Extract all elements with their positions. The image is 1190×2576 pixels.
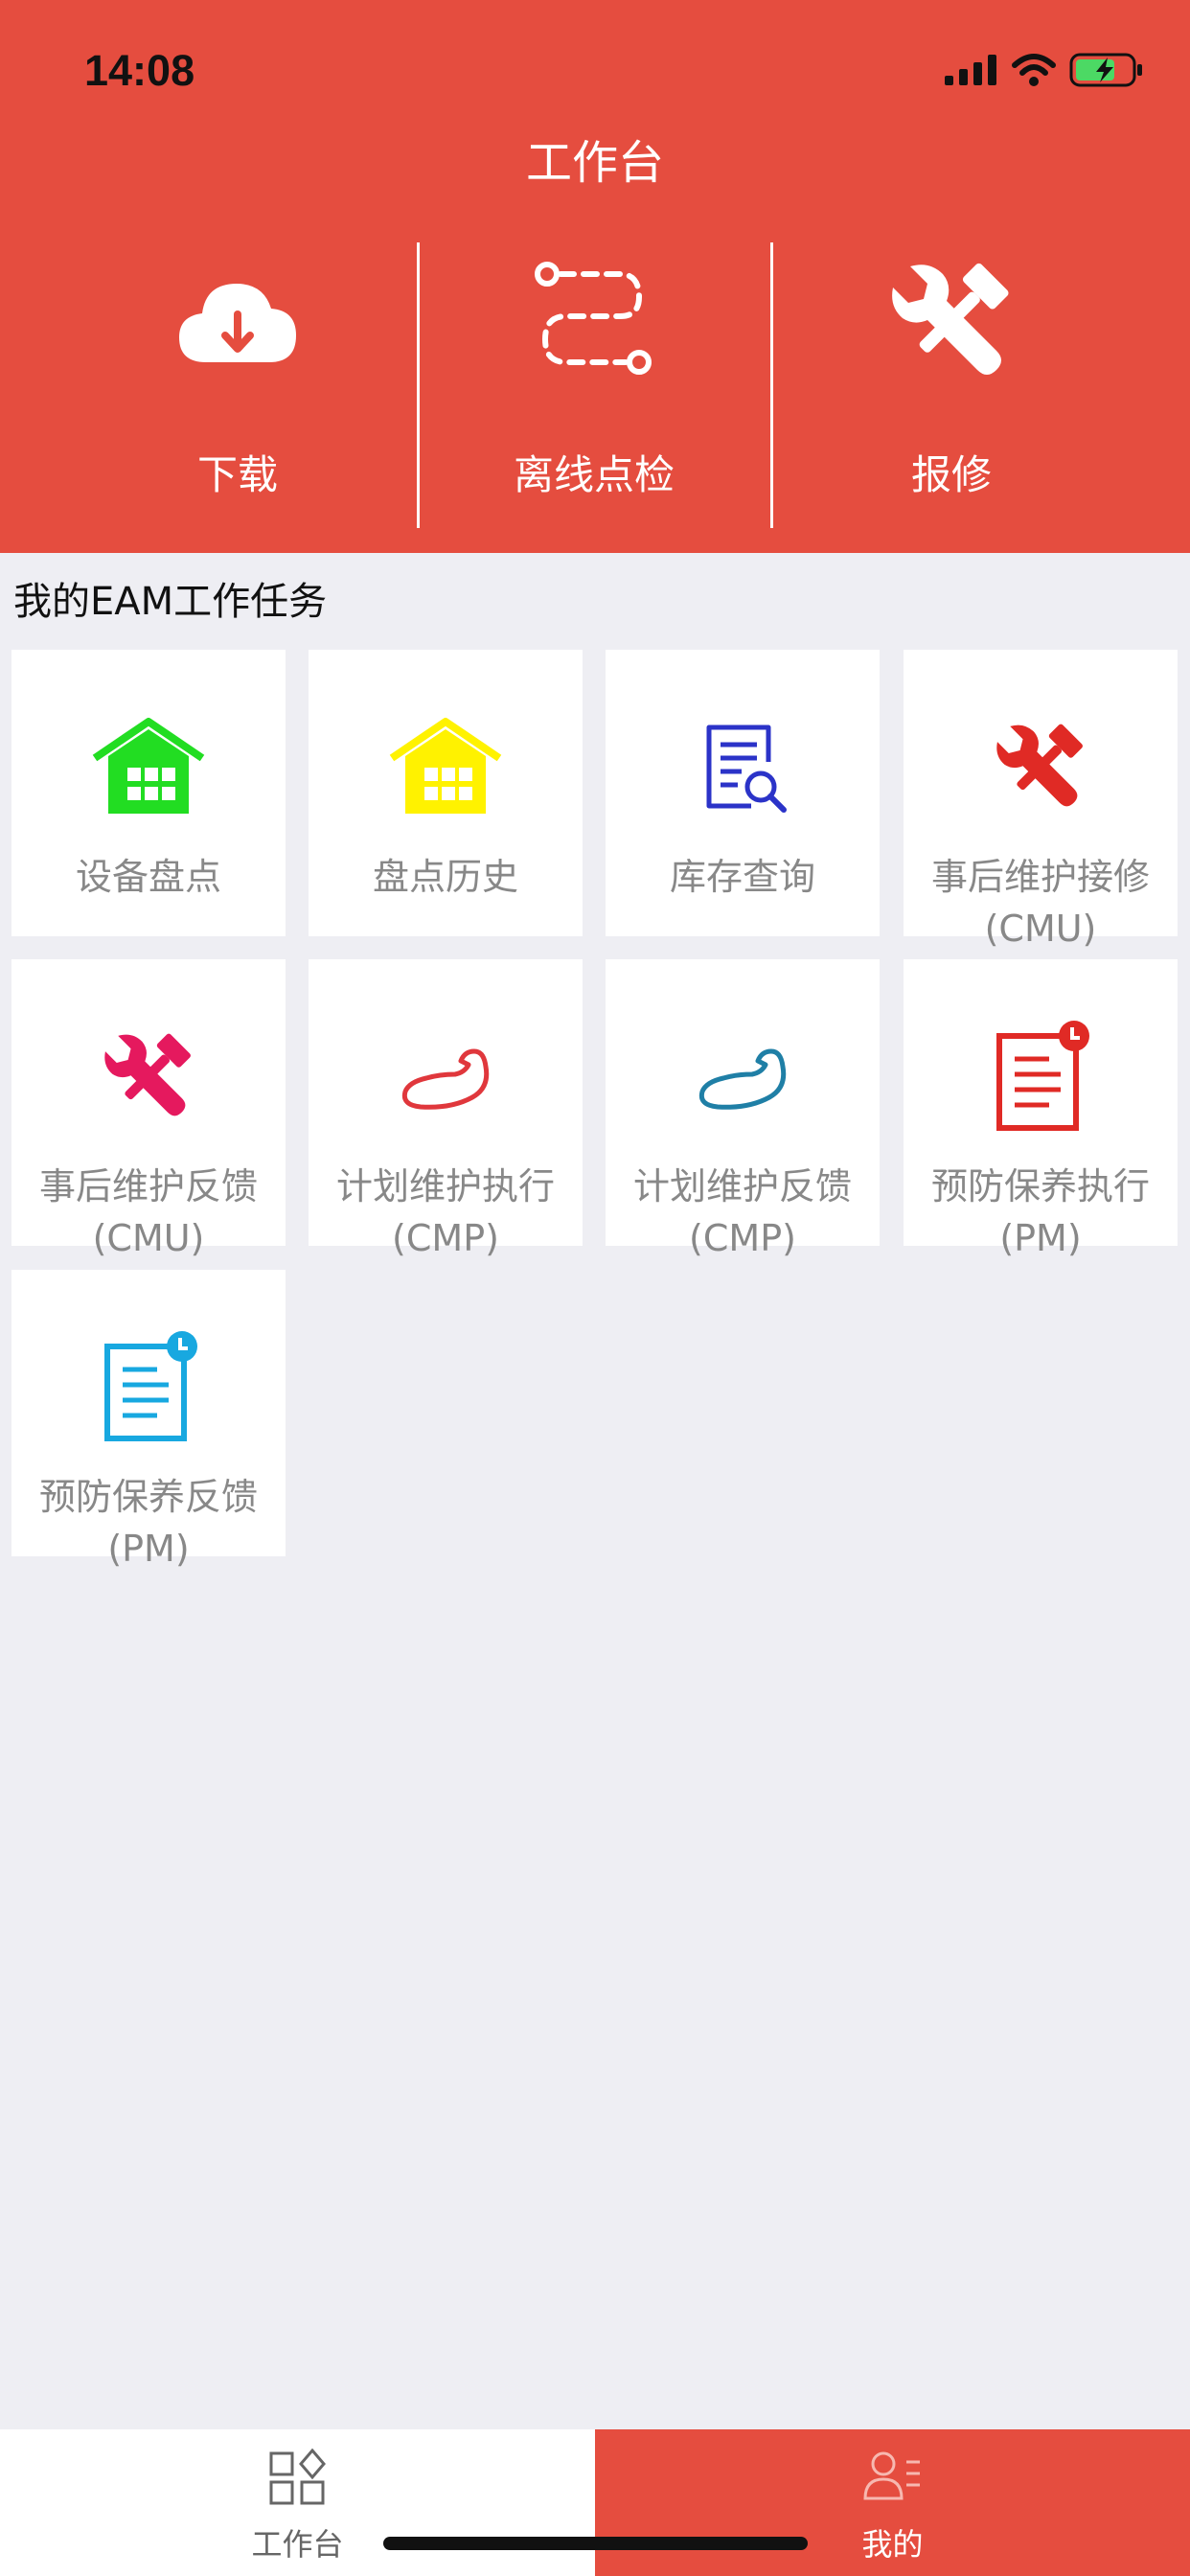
grid-diamond-icon [269,2449,326,2505]
task-tile-inventory-history[interactable]: 盘点历史 [309,650,583,936]
home-indicator [383,2537,808,2550]
task-label: 事后维护接修 (CMU) [930,856,1150,950]
wrench-hammer-icon [104,1033,191,1116]
document-search-icon [706,724,787,813]
download-button[interactable]: 下载 [59,235,416,532]
flexed-arm-icon [401,1048,490,1110]
task-tile-cmp-feedback[interactable]: 计划维护反馈 (CMP) [606,959,880,1259]
house-grid-icon [92,718,205,814]
action-divider [770,242,773,528]
document-clock-icon [996,1021,1089,1131]
task-tile-pm-execute[interactable]: 预防保养执行 (PM) [904,959,1178,1259]
task-tile-cmu-repair[interactable]: 事后维护接修 (CMU) [904,650,1178,950]
offline-inspection-button[interactable]: 离线点检 [416,235,772,532]
task-tile-equipment-inventory[interactable]: 设备盘点 [11,650,286,936]
house-grid-icon [389,718,502,814]
section-title: 我的EAM工作任务 [13,580,328,624]
route-path-icon [535,262,652,375]
battery-icon [1069,53,1142,87]
task-label: 预防保养执行 (PM) [930,1165,1150,1259]
wrench-hammer-icon [892,263,1009,375]
document-clock-icon [104,1331,197,1441]
flexed-arm-icon [698,1048,787,1110]
repair-report-label: 报修 [910,451,992,498]
wrench-hammer-icon [996,724,1083,807]
task-label: 事后维护反馈 (CMU) [38,1165,258,1259]
page-title: 工作台 [525,136,664,190]
task-tile-cmp-execute[interactable]: 计划维护执行 (CMP) [309,959,583,1259]
cloud-download-icon [179,283,296,362]
tab-workbench[interactable]: 工作台 [0,2429,595,2576]
header: 14:08 工作台 下载 离线点检 报修 [0,0,1190,553]
repair-report-button[interactable]: 报修 [773,235,1130,532]
user-list-icon [862,2451,920,2500]
status-time: 14:08 [84,46,195,95]
tab-bar: 工作台 我的 [0,2429,1190,2576]
task-tile-stock-query[interactable]: 库存查询 [606,650,880,936]
task-label: 计划维护执行 (CMP) [335,1165,555,1259]
task-tile-pm-feedback[interactable]: 预防保养反馈 (PM) [11,1270,286,1570]
task-label: 预防保养反馈 (PM) [38,1476,258,1570]
signal-icon [945,55,996,85]
quick-actions: 下载 离线点检 报修 [0,235,1190,532]
task-label: 库存查询 [669,856,815,898]
wifi-icon [1012,54,1056,86]
action-divider [417,242,420,528]
task-label: 计划维护反馈 (CMP) [632,1165,852,1259]
status-icons [945,53,1144,87]
task-tile-cmu-feedback[interactable]: 事后维护反馈 (CMU) [11,959,286,1259]
download-label: 下载 [196,451,278,498]
task-label: 设备盘点 [75,856,221,898]
task-label: 盘点历史 [372,856,518,898]
offline-inspection-label: 离线点检 [513,451,675,498]
tab-me[interactable]: 我的 [595,2429,1190,2576]
